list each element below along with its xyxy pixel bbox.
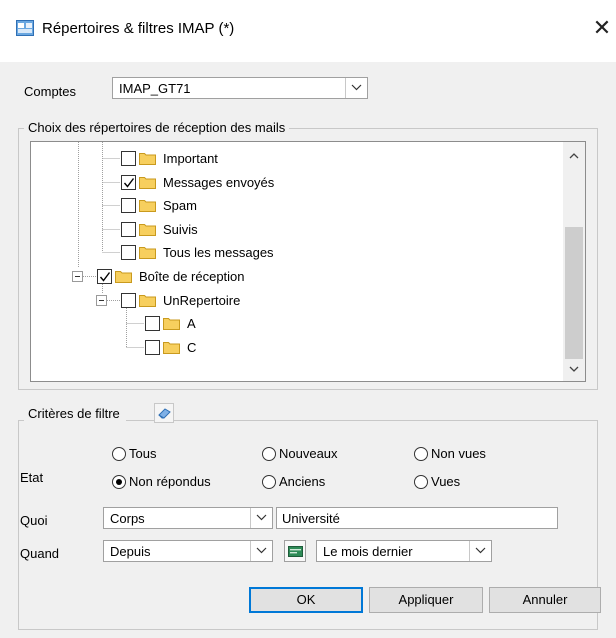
tree-node: A — [31, 314, 331, 334]
folder-icon — [139, 153, 156, 165]
folder-icon — [139, 295, 156, 307]
folders-group-title: Choix des répertoires de réception des m… — [24, 120, 290, 135]
collapse-icon[interactable] — [72, 271, 83, 282]
radio-indicator[interactable] — [414, 475, 428, 489]
radio-non-vues[interactable]: Non vues — [414, 446, 534, 464]
ok-button[interactable]: OK — [249, 587, 363, 613]
chevron-down-icon[interactable] — [469, 541, 491, 561]
radio-nouveaux[interactable]: Nouveaux — [262, 446, 382, 464]
scrollbar-thumb[interactable] — [565, 227, 583, 359]
radio-non-repondus[interactable]: Non répondus — [112, 474, 252, 492]
eraser-icon[interactable] — [154, 403, 174, 423]
checkmark-icon — [123, 178, 135, 188]
radio-indicator[interactable] — [414, 447, 428, 461]
quoi-field-select[interactable]: Corps — [103, 507, 273, 529]
accounts-select[interactable]: IMAP_GT71 — [112, 77, 368, 99]
quand-mode-select[interactable]: Depuis — [103, 540, 273, 562]
tree-node: Messages envoyés — [31, 173, 331, 193]
tree-node: Suivis — [31, 220, 331, 240]
radio-indicator[interactable] — [112, 447, 126, 461]
checkbox[interactable] — [121, 222, 136, 237]
radio-anciens[interactable]: Anciens — [262, 474, 382, 492]
radio-indicator[interactable] — [112, 475, 126, 489]
tree-scrollbar[interactable] — [563, 142, 585, 381]
checkbox[interactable] — [121, 198, 136, 213]
checkbox[interactable] — [121, 245, 136, 260]
checkbox[interactable] — [121, 175, 136, 190]
collapse-icon[interactable] — [96, 295, 107, 306]
checkbox[interactable] — [121, 151, 136, 166]
chevron-down-icon[interactable] — [250, 541, 272, 561]
tree-node: Tous les messages — [31, 243, 331, 263]
radio-label[interactable]: Vues — [431, 474, 460, 489]
app-icon — [16, 20, 34, 36]
radio-vues[interactable]: Vues — [414, 474, 534, 492]
tree-node-label[interactable]: Tous les messages — [163, 245, 274, 260]
folder-icon — [139, 224, 156, 236]
folder-icon — [115, 271, 132, 283]
folder-icon — [139, 200, 156, 212]
checkmark-icon — [99, 272, 111, 282]
radio-label[interactable]: Tous — [129, 446, 156, 461]
apply-button[interactable]: Appliquer — [369, 587, 483, 613]
checkbox[interactable] — [145, 316, 160, 331]
tree-node-label[interactable]: C — [187, 340, 196, 355]
scroll-down-icon[interactable] — [563, 359, 585, 379]
folder-icon — [163, 318, 180, 330]
calendar-icon[interactable] — [284, 540, 306, 562]
quand-label: Quand — [20, 546, 60, 561]
checkbox[interactable] — [97, 269, 112, 284]
chevron-down-icon[interactable] — [250, 508, 272, 528]
chevron-down-icon[interactable] — [345, 78, 367, 98]
folder-icon — [139, 177, 156, 189]
folder-tree[interactable]: Important Messages envoyés Spam Suivis T… — [30, 141, 586, 382]
window-title: Répertoires & filtres IMAP (*) — [42, 20, 235, 37]
quoi-search-input[interactable]: Université — [276, 507, 558, 529]
tree-node-label[interactable]: Boîte de réception — [139, 269, 245, 284]
radio-label[interactable]: Nouveaux — [279, 446, 338, 461]
scroll-up-icon[interactable] — [563, 146, 585, 166]
tree-node: Important — [31, 149, 331, 169]
accounts-label: Comptes — [24, 84, 77, 99]
quoi-label: Quoi — [20, 513, 48, 528]
tree-node-label[interactable]: Spam — [163, 198, 197, 213]
radio-label[interactable]: Non vues — [431, 446, 486, 461]
checkbox[interactable] — [145, 340, 160, 355]
radio-tous[interactable]: Tous — [112, 446, 232, 464]
tree-node: UnRepertoire — [31, 291, 331, 311]
filter-group-title: Critères de filtre — [24, 406, 126, 421]
radio-label[interactable]: Anciens — [279, 474, 325, 489]
cancel-button[interactable]: Annuler — [489, 587, 601, 613]
etat-label: Etat — [20, 470, 44, 485]
tree-node-label[interactable]: Important — [163, 151, 218, 166]
close-icon[interactable]: ✕ — [590, 14, 614, 42]
tree-node-label[interactable]: A — [187, 316, 196, 331]
checkbox[interactable] — [121, 293, 136, 308]
tree-node-label[interactable]: Messages envoyés — [163, 175, 274, 190]
folder-icon — [139, 247, 156, 259]
radio-indicator[interactable] — [262, 447, 276, 461]
quand-mode-value: Depuis — [110, 544, 151, 559]
quoi-field-value: Corps — [110, 511, 145, 526]
quoi-search-value: Université — [282, 511, 340, 526]
radio-indicator[interactable] — [262, 475, 276, 489]
quand-period-select[interactable]: Le mois dernier — [316, 540, 492, 562]
quand-period-value: Le mois dernier — [323, 544, 413, 559]
folder-icon — [163, 342, 180, 354]
tree-node: Boîte de réception — [31, 267, 331, 287]
tree-node-label[interactable]: Suivis — [163, 222, 198, 237]
title-bar: Répertoires & filtres IMAP (*) ✕ — [0, 0, 616, 62]
tree-node: Spam — [31, 196, 331, 216]
radio-label[interactable]: Non répondus — [129, 474, 211, 489]
tree-node-label[interactable]: UnRepertoire — [163, 293, 240, 308]
tree-node: C — [31, 338, 331, 358]
accounts-select-value: IMAP_GT71 — [119, 81, 191, 96]
